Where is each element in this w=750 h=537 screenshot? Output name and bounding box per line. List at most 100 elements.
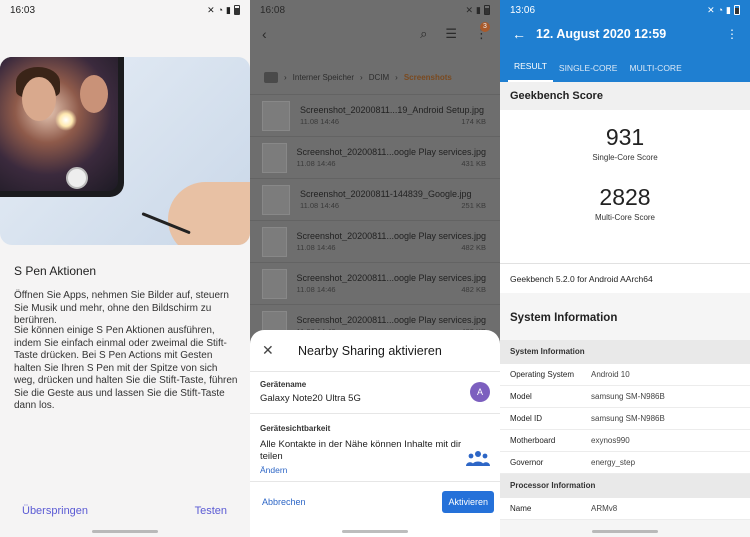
- description-paragraph-1: Öffnen Sie Apps, nehmen Sie Bilder auf, …: [14, 290, 229, 326]
- single-core-label: Single-Core Score: [592, 153, 658, 162]
- row-key: Motherboard: [510, 436, 556, 445]
- file-manager-screen: 16:08 ✕ ▮ ‹ ⌕ ☰ ⋮ 3 › Interner Speicher …: [250, 0, 500, 537]
- file-thumbnail: [262, 184, 290, 215]
- activate-button[interactable]: Aktivieren: [442, 491, 494, 513]
- multi-core-label: Multi-Core Score: [594, 213, 655, 222]
- search-icon[interactable]: ⌕: [420, 26, 427, 42]
- screens-row: 16:03 ✕ ◔ ▮ S Pen Aktionen Öffnen Sie Ap…: [0, 0, 750, 537]
- tab-result[interactable]: RESULT: [508, 61, 553, 82]
- file-row[interactable]: Screenshot_20200811...oogle Play service…: [250, 262, 500, 304]
- file-size: 431 KB: [461, 159, 486, 168]
- person-face: [22, 77, 56, 121]
- wifi-icon: ◔: [217, 5, 224, 15]
- description-paragraph-2: Sie können einige S Pen Aktionen ausführ…: [14, 325, 238, 411]
- visibility-value: Alle Kontakte in der Nähe können Inhalte…: [260, 439, 462, 462]
- wifi-icon: ◔: [717, 5, 724, 15]
- file-name: Screenshot_20200811-144839_Google.jpg: [300, 189, 472, 199]
- row-value: ARMv8: [591, 504, 618, 513]
- file-info: Screenshot_20200811...19_Android Setup.j…: [300, 105, 500, 126]
- visibility-row: Gerätesichtbarkeit Alle Kontakte in der …: [250, 414, 500, 482]
- file-meta: 11.08 14:46 251 KB: [300, 201, 486, 210]
- table-row: Operating System Android 10: [500, 364, 750, 386]
- sparkler-icon: [55, 109, 77, 131]
- tab-single-core[interactable]: SINGLE-CORE: [553, 63, 624, 82]
- gesture-nav-bar[interactable]: [342, 530, 408, 533]
- file-row[interactable]: Screenshot_20200811...19_Android Setup.j…: [250, 94, 500, 136]
- contacts-group-icon: [466, 451, 490, 466]
- table-row: Governor energy_step: [500, 452, 750, 474]
- breadcrumb-separator: ›: [360, 72, 363, 82]
- file-row[interactable]: Screenshot_20200811-144839_Google.jpg 11…: [250, 178, 500, 220]
- breadcrumb-item[interactable]: DCIM: [369, 73, 389, 82]
- file-meta: 11.08 14:46 482 KB: [297, 243, 486, 252]
- device-name-row[interactable]: Gerätename Galaxy Note20 Ultra 5G A: [250, 372, 500, 414]
- status-time: 16:03: [10, 4, 36, 16]
- file-name: Screenshot_20200811...oogle Play service…: [296, 231, 486, 241]
- system-information-title: System Information: [510, 312, 618, 324]
- breadcrumb: › Interner Speicher › DCIM › Screenshots: [250, 62, 500, 92]
- row-value: Android 10: [591, 370, 630, 379]
- gesture-nav-bar[interactable]: [92, 530, 158, 533]
- file-thumbnail: [262, 268, 287, 299]
- breadcrumb-separator: ›: [284, 72, 287, 82]
- sheet-title: Nearby Sharing aktivieren: [298, 343, 442, 358]
- row-key: Governor: [510, 458, 544, 467]
- device-name-value: Galaxy Note20 Ultra 5G: [260, 393, 361, 404]
- file-row[interactable]: Screenshot_20200811...oogle Play service…: [250, 220, 500, 262]
- file-name: Screenshot_20200811...19_Android Setup.j…: [300, 105, 484, 115]
- file-info: Screenshot_20200811...oogle Play service…: [297, 231, 500, 252]
- geekbench-version: Geekbench 5.2.0 for Android AArch64: [500, 263, 750, 293]
- row-key: Model: [510, 392, 532, 401]
- mute-icon: ✕: [707, 4, 715, 15]
- table-row: Name ARMv8: [500, 498, 750, 520]
- battery-icon: [734, 5, 740, 15]
- file-info: Screenshot_20200811-144839_Google.jpg 11…: [300, 189, 500, 210]
- status-time: 13:06: [510, 4, 536, 16]
- file-name: Screenshot_20200811...oogle Play service…: [296, 147, 486, 157]
- breadcrumb-current[interactable]: Screenshots: [404, 73, 452, 82]
- tab-multi-core[interactable]: MULTI-CORE: [623, 63, 687, 82]
- single-core-score: 931: [605, 124, 645, 150]
- battery-icon: [484, 5, 490, 15]
- row-key: Operating System: [510, 370, 575, 379]
- file-size: 482 KB: [461, 243, 486, 252]
- table-row: Motherboard exynos990: [500, 430, 750, 452]
- skip-button[interactable]: Überspringen: [22, 505, 88, 517]
- sheet-actions: Abbrechen Aktivieren: [250, 482, 500, 522]
- list-view-icon[interactable]: ☰: [445, 26, 457, 42]
- test-button[interactable]: Testen: [195, 505, 227, 517]
- change-visibility-link[interactable]: Ändern: [260, 465, 490, 475]
- row-value: energy_step: [591, 458, 636, 467]
- file-meta: 11.08 14:46 482 KB: [297, 285, 486, 294]
- more-options-icon[interactable]: ⋮: [726, 27, 738, 41]
- back-arrow-icon[interactable]: ‹: [262, 26, 267, 42]
- file-list: Screenshot_20200811...19_Android Setup.j…: [250, 94, 500, 346]
- cancel-button[interactable]: Abbrechen: [262, 497, 306, 507]
- signal-icon: ▮: [726, 4, 731, 15]
- back-arrow-icon[interactable]: ←: [512, 26, 536, 42]
- camera-preview-image: [0, 57, 118, 191]
- gesture-nav-bar[interactable]: [592, 530, 658, 533]
- status-time: 16:08: [260, 4, 286, 16]
- file-row[interactable]: Screenshot_20200811...oogle Play service…: [250, 136, 500, 178]
- file-date: 11.08 14:46: [296, 285, 336, 294]
- avatar[interactable]: A: [470, 382, 490, 402]
- file-meta: 11.08 14:46 174 KB: [300, 117, 486, 126]
- tab-bar: RESULT SINGLE-CORE MULTI-CORE: [500, 48, 750, 82]
- app-header: 13:06 ✕ ◔ ▮ ← 12. August 2020 12:59 ⋮ RE…: [500, 0, 750, 82]
- file-thumbnail: [262, 226, 287, 257]
- file-thumbnail: [262, 100, 290, 131]
- file-name: Screenshot_20200811...oogle Play service…: [296, 315, 486, 325]
- file-date: 11.08 14:46: [300, 201, 340, 210]
- app-title: 12. August 2020 12:59: [536, 27, 667, 41]
- breadcrumb-item[interactable]: Interner Speicher: [293, 73, 354, 82]
- row-value: exynos990: [591, 436, 630, 445]
- table-row: Model samsung SM-N986B: [500, 386, 750, 408]
- close-icon[interactable]: ✕: [262, 342, 280, 359]
- phone-illustration: [0, 57, 124, 197]
- home-folder-icon[interactable]: [264, 71, 278, 83]
- status-icons: ✕ ◔ ▮: [707, 5, 740, 16]
- status-bar: 16:03 ✕ ◔ ▮: [0, 0, 250, 20]
- system-info-table: System Information Operating System Andr…: [500, 340, 750, 520]
- row-key: Model ID: [510, 414, 543, 423]
